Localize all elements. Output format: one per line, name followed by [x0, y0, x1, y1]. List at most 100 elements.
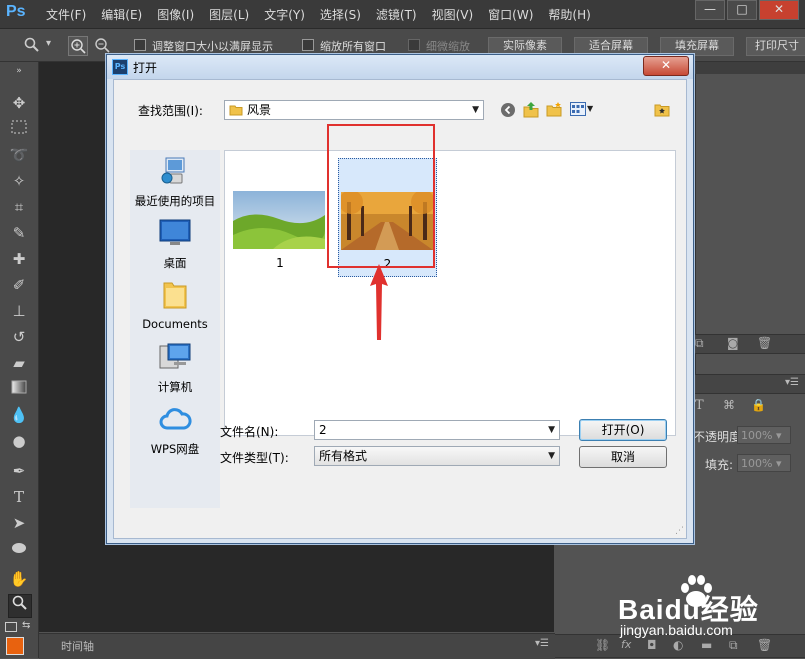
red-arrow-icon [370, 264, 388, 340]
open-button[interactable]: 打开(O) [579, 419, 667, 441]
healing-brush-tool-icon[interactable]: ✚ [8, 248, 30, 270]
menu-bar: Ps 文件(F) 编辑(E) 图像(I) 图层(L) 文字(Y) 选择(S) 滤… [0, 0, 805, 29]
tool-preset-dropdown[interactable]: ▾ [46, 38, 51, 49]
lock-type-icon[interactable]: T [695, 398, 704, 413]
baidu-watermark: Baidu经验 jingyan.baidu.com [618, 575, 798, 642]
marquee-tool-icon[interactable] [8, 118, 30, 140]
resize-grip-icon[interactable]: ⋰ [675, 526, 684, 536]
look-in-dropdown[interactable]: 风景 ▼ [224, 100, 484, 120]
filetype-dropdown[interactable]: 所有格式 ▼ [314, 446, 560, 466]
close-button[interactable]: ✕ [759, 0, 799, 20]
zoom-tool-icon[interactable] [24, 37, 40, 53]
gradient-tool-icon[interactable] [8, 378, 30, 400]
fill-input[interactable]: 100% ▾ [737, 454, 791, 472]
foreground-color-swatch[interactable] [6, 637, 24, 655]
menu-select[interactable]: 选择(S) [320, 6, 361, 23]
filename-chevron-down-icon[interactable]: ▼ [548, 421, 555, 439]
view-menu-icon[interactable] [570, 102, 586, 116]
path-selection-tool-icon[interactable]: ➤ [8, 512, 30, 534]
type-tool-icon[interactable]: T [8, 486, 30, 508]
timeline-label[interactable]: 时间轴 [61, 638, 94, 654]
zoom-tool-active-icon[interactable] [8, 594, 32, 618]
camera-icon[interactable]: ◙ [727, 336, 739, 350]
documents-folder-icon [163, 282, 187, 309]
link-layers-icon[interactable]: ⛓ [595, 638, 610, 652]
filename-value: 2 [319, 423, 327, 437]
menu-filter[interactable]: 滤镜(T) [376, 6, 417, 23]
dodge-tool-icon[interactable]: ● [8, 430, 30, 452]
clone-stamp-tool-icon[interactable]: ⊥ [8, 300, 30, 322]
lock-position-icon[interactable]: ⌘ [723, 398, 735, 412]
place-wps-cloud[interactable]: WPS网盘 [130, 404, 220, 457]
resize-windows-checkbox[interactable]: 调整窗口大小以满屏显示 [134, 38, 273, 54]
hand-tool-icon[interactable]: ✋ [8, 568, 30, 590]
place-documents[interactable]: Documents [130, 280, 220, 331]
place-computer[interactable]: 计算机 [130, 342, 220, 395]
menu-help[interactable]: 帮助(H) [548, 6, 590, 23]
file-item[interactable]: 1 [233, 191, 327, 270]
pen-tool-icon[interactable]: ✒ [8, 460, 30, 482]
zoom-all-label: 缩放所有窗口 [320, 40, 386, 53]
trash-icon[interactable]: 🗑 [757, 336, 772, 350]
new-folder-icon[interactable] [546, 101, 563, 117]
default-colors-icon[interactable] [5, 622, 17, 632]
cloud-icon [159, 408, 192, 430]
look-in-value: 风景 [247, 103, 272, 117]
cancel-button[interactable]: 取消 [579, 446, 667, 468]
lock-all-icon[interactable]: 🔒 [751, 398, 766, 412]
recent-items-icon [161, 157, 185, 184]
places-sidebar: 最近使用的项目 桌面 Documents 计算机 WPS网盘 [130, 150, 220, 508]
look-in-label: 查找范围(I): [138, 104, 203, 118]
place-recent[interactable]: 最近使用的项目 [130, 156, 220, 209]
desktop-icon [159, 219, 191, 245]
place-wps-cloud-label: WPS网盘 [150, 442, 200, 456]
blur-tool-icon[interactable]: 💧 [8, 404, 30, 426]
menu-layer[interactable]: 图层(L) [209, 6, 249, 23]
timeline-menu-icon[interactable]: ▾☰ [535, 638, 549, 649]
filetype-label: 文件类型(T): [220, 451, 289, 465]
place-computer-label: 计算机 [157, 380, 193, 394]
place-recent-label: 最近使用的项目 [134, 194, 216, 208]
filename-input[interactable]: 2 ▼ [314, 420, 560, 440]
collapse-arrows-icon[interactable]: » [8, 66, 30, 76]
place-desktop[interactable]: 桌面 [130, 218, 220, 271]
menu-window[interactable]: 窗口(W) [488, 6, 533, 23]
opacity-input[interactable]: 100% ▾ [737, 426, 791, 444]
crop-tool-icon[interactable]: ⌗ [8, 196, 30, 218]
link-icon[interactable]: ⧉ [695, 336, 704, 351]
menu-type[interactable]: 文字(Y) [264, 6, 305, 23]
scrubby-zoom-label: 细微缩放 [426, 40, 470, 53]
print-size-button[interactable]: 打印尺寸 [746, 37, 805, 56]
menu-image[interactable]: 图像(I) [157, 6, 194, 23]
move-tool-icon[interactable]: ✥ [8, 92, 30, 114]
up-folder-icon[interactable] [523, 101, 539, 118]
zoom-in-icon[interactable] [68, 36, 88, 56]
menu-edit[interactable]: 编辑(E) [101, 6, 142, 23]
menu-list: 文件(F) 编辑(E) 图像(I) 图层(L) 文字(Y) 选择(S) 滤镜(T… [46, 6, 606, 23]
maximize-button[interactable]: □ [727, 0, 757, 20]
file-name-1: 1 [276, 256, 284, 270]
fill-value: 100% [741, 457, 773, 470]
ellipse-tool-icon[interactable] [8, 538, 30, 560]
window-controls: — □ ✕ [693, 0, 799, 20]
minimize-button[interactable]: — [695, 0, 725, 20]
dialog-close-button[interactable]: ✕ [643, 56, 689, 76]
chevron-down-icon: ▼ [472, 105, 479, 115]
history-brush-tool-icon[interactable]: ↺ [8, 326, 30, 348]
swap-colors-icon[interactable]: ⇆ [22, 620, 30, 631]
panel-menu-icon[interactable]: ▾☰ [785, 377, 799, 388]
eyedropper-tool-icon[interactable]: ✎ [8, 222, 30, 244]
scrubby-zoom-checkbox[interactable]: 细微缩放 [408, 38, 470, 54]
zoom-out-icon[interactable] [94, 37, 110, 53]
menu-file[interactable]: 文件(F) [46, 6, 86, 23]
back-icon[interactable] [500, 102, 516, 118]
zoom-all-checkbox[interactable]: 缩放所有窗口 [302, 38, 386, 54]
favorites-folder-icon[interactable] [654, 102, 670, 117]
lasso-tool-icon[interactable]: ➰ [8, 144, 30, 166]
view-menu-chevron-icon[interactable]: ▼ [587, 104, 593, 113]
menu-view[interactable]: 视图(V) [432, 6, 474, 23]
eraser-tool-icon[interactable]: ▰ [8, 352, 30, 374]
magic-wand-tool-icon[interactable]: ✧ [8, 170, 30, 192]
timeline-panel: 时间轴 ▾☰ [39, 633, 555, 659]
brush-tool-icon[interactable]: ✐ [8, 274, 30, 296]
